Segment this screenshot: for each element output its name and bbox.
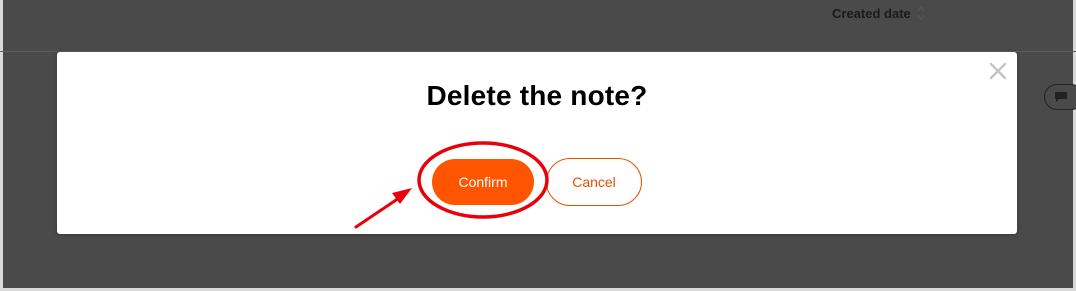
comment-icon — [1055, 92, 1067, 102]
comment-button[interactable] — [1044, 84, 1076, 110]
close-icon[interactable] — [989, 62, 1007, 80]
dialog-title: Delete the note? — [426, 80, 648, 111]
created-date-label: Created date — [832, 5, 911, 21]
sort-icon[interactable] — [917, 5, 925, 21]
confirm-button[interactable]: Confirm — [432, 159, 534, 205]
cancel-button[interactable]: Cancel — [546, 158, 642, 206]
created-date-column-header[interactable]: Created date — [832, 5, 925, 21]
delete-note-dialog: Delete the note? Confirm Cancel — [57, 52, 1017, 234]
